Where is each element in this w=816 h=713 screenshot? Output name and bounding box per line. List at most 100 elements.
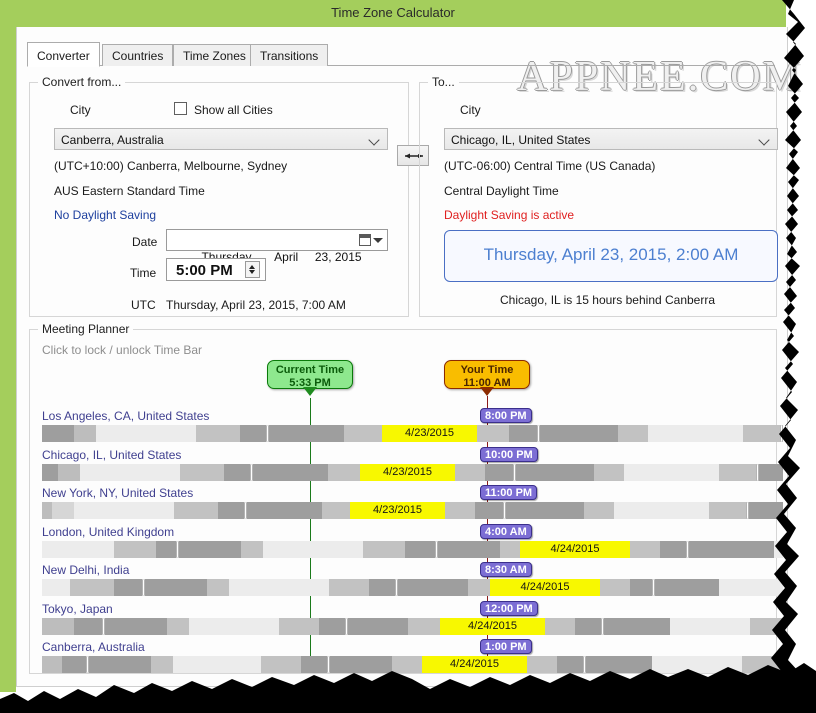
time-bar-day-divider — [142, 579, 145, 596]
time-bar-segment — [545, 617, 575, 635]
chevron-down-icon[interactable] — [373, 238, 383, 243]
to-city-value: Chicago, IL, United States — [451, 133, 591, 147]
planner-row-city-label: Canberra, Australia — [42, 640, 145, 654]
time-bar-segment — [229, 579, 329, 596]
time-bar-segment — [62, 656, 86, 673]
planner-row-city-label: New York, NY, United States — [42, 486, 194, 500]
time-bar-segment — [261, 656, 301, 673]
time-bar-date-label: 4/24/2015 — [490, 579, 600, 596]
time-bar-segment — [540, 425, 618, 442]
time-bar-segment — [652, 656, 742, 673]
time-bar-segment — [516, 463, 594, 481]
time-bar[interactable]: 4/24/2015 — [42, 579, 783, 596]
calendar-icon[interactable] — [359, 234, 371, 246]
time-bar-segment — [348, 617, 408, 635]
time-bar-day-divider — [102, 617, 105, 635]
meeting-planner-group: Meeting Planner Click to lock / unlock T… — [29, 322, 783, 674]
spinner-down-icon[interactable] — [249, 270, 255, 274]
spinner-up-icon[interactable] — [249, 265, 255, 269]
current-time-marker-title: Current Time — [275, 364, 345, 376]
time-bar-day-divider — [395, 579, 398, 596]
time-bar-segment — [500, 540, 520, 558]
time-bar-segment — [405, 540, 435, 558]
time-bar-segment — [363, 540, 405, 558]
time-bar-segment — [42, 656, 62, 673]
time-bar[interactable]: 4/24/2015 — [42, 617, 783, 635]
time-bar-day-divider — [583, 656, 586, 673]
time-bar-segment — [670, 617, 750, 635]
time-bar-segment — [42, 540, 114, 558]
tab-time-zones[interactable]: Time Zones — [173, 44, 256, 66]
marker-pointer-icon — [303, 387, 317, 396]
time-bar-segment — [174, 502, 218, 519]
time-bar-segment — [145, 579, 207, 596]
time-bar-segment — [328, 463, 360, 481]
time-bar-segment — [279, 617, 319, 635]
time-bar-segment — [557, 656, 583, 673]
time-bar-date-label: 4/23/2015 — [382, 425, 477, 442]
time-bar-segment — [408, 617, 440, 635]
time-bar-segment — [344, 425, 382, 442]
time-bar-segment — [96, 425, 196, 442]
current-time-marker[interactable]: Current Time 5:33 PM — [267, 360, 353, 396]
time-bar[interactable]: 4/24/2015 — [42, 656, 783, 673]
time-bar-segment — [618, 425, 648, 442]
time-bar[interactable]: 4/24/2015 — [42, 540, 783, 558]
from-time-field[interactable]: 5:00 PM — [166, 258, 266, 281]
time-bar-segment — [594, 463, 624, 481]
time-bar-segment — [655, 579, 719, 596]
tab-converter[interactable]: Converter — [27, 42, 100, 67]
convert-to-legend: To... — [428, 75, 459, 89]
time-bar-segment — [196, 425, 240, 442]
time-bar-day-divider — [746, 502, 749, 519]
time-bar-segment — [156, 540, 176, 558]
time-bar-day-divider — [686, 540, 689, 558]
time-bar-day-divider — [250, 463, 253, 481]
window-title: Time Zone Calculator — [331, 5, 455, 20]
time-bar-day-divider — [266, 425, 269, 442]
row-time-badge: 10:00 PM — [480, 446, 538, 462]
window-titlebar: Time Zone Calculator — [0, 0, 786, 27]
show-all-cities-label[interactable]: Show all Cities — [194, 103, 273, 117]
time-bar-segment — [105, 617, 167, 635]
time-bar-segment — [319, 617, 345, 635]
time-bar-segment — [151, 656, 173, 673]
time-bar-segment — [70, 579, 114, 596]
time-bar[interactable]: 4/23/2015 — [42, 425, 783, 442]
from-utc-label: UTC — [131, 298, 156, 312]
time-bar-segment — [477, 425, 509, 442]
time-bar[interactable]: 4/23/2015 — [42, 463, 783, 481]
time-bar-segment — [114, 579, 142, 596]
time-spinner[interactable] — [245, 261, 260, 278]
from-date-field[interactable]: Thursday , April 23, 2015 — [166, 229, 388, 264]
to-city-label: City — [460, 103, 481, 117]
time-bar-segment — [455, 463, 485, 481]
time-bar-segment — [709, 502, 749, 519]
from-city-combo[interactable]: Canberra, Australia — [54, 128, 388, 150]
conversion-result-value: Thursday, April 23, 2015, 2:00 AM — [483, 245, 739, 264]
time-bar-segment — [240, 425, 266, 442]
time-bar-date-label: 4/23/2015 — [360, 463, 455, 481]
planner-row-city-label: Los Angeles, CA, United States — [42, 409, 210, 423]
time-bar-segment — [180, 463, 224, 481]
your-time-marker[interactable]: Your Time 11:00 AM — [444, 360, 530, 396]
time-bar-segment — [624, 463, 719, 481]
time-bar-segment — [759, 463, 783, 481]
time-bar-segment — [167, 617, 189, 635]
show-all-cities-checkbox[interactable] — [174, 102, 187, 115]
tab-countries[interactable]: Countries — [102, 44, 174, 66]
tab-transitions[interactable]: Transitions — [250, 44, 329, 66]
time-bar-segment — [392, 656, 422, 673]
time-bar-day-divider — [327, 656, 330, 673]
time-bar-date-label: 4/23/2015 — [350, 502, 445, 519]
time-bar-day-divider — [176, 540, 179, 558]
time-bar-segment — [749, 502, 783, 519]
time-bar-segment — [475, 502, 503, 519]
time-bar[interactable]: 4/23/2015 — [42, 502, 783, 519]
time-bar-segment — [630, 579, 652, 596]
planner-row-city-label: London, United Kingdom — [42, 524, 175, 539]
left-green-strip — [0, 0, 16, 692]
from-utc-offset: (UTC+10:00) Canberra, Melbourne, Sydney — [54, 159, 288, 173]
to-city-combo[interactable]: Chicago, IL, United States — [444, 128, 778, 150]
from-utc-value: Thursday, April 23, 2015, 7:00 AM — [166, 298, 346, 312]
